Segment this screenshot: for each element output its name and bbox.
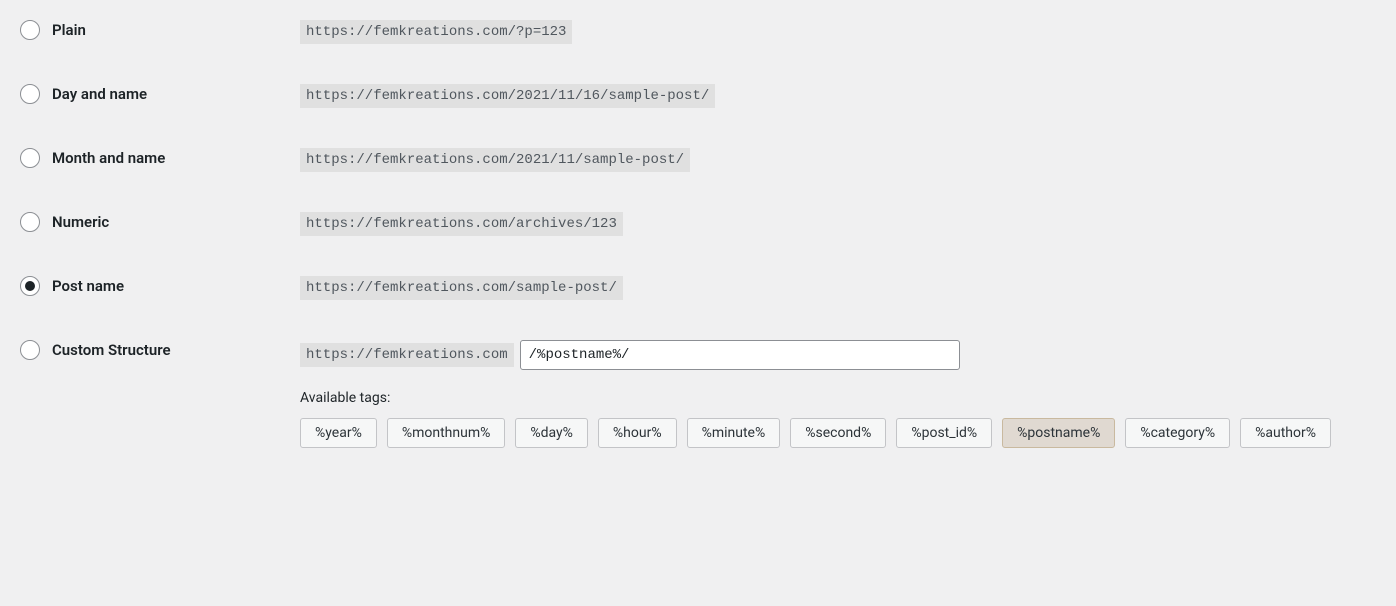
radio-numeric[interactable]	[20, 212, 40, 232]
radio-day-name[interactable]	[20, 84, 40, 104]
available-tags-label: Available tags:	[300, 390, 1376, 406]
tag-button-day[interactable]: %day%	[515, 418, 588, 448]
option-numeric: Numeric https://femkreations.com/archive…	[20, 212, 1376, 236]
permalink-settings: Plain https://femkreations.com/?p=123 Da…	[20, 20, 1376, 448]
option-day-name: Day and name https://femkreations.com/20…	[20, 84, 1376, 108]
radio-group-post-name[interactable]: Post name	[20, 276, 300, 296]
radio-plain[interactable]	[20, 20, 40, 40]
option-custom: Custom Structure https://femkreations.co…	[20, 340, 1376, 448]
radio-group-plain[interactable]: Plain	[20, 20, 300, 40]
radio-label-post-name: Post name	[52, 277, 124, 295]
option-post-name: Post name https://femkreations.com/sampl…	[20, 276, 1376, 300]
example-code-numeric: https://femkreations.com/archives/123	[300, 212, 623, 236]
radio-label-custom: Custom Structure	[52, 341, 171, 359]
tag-button-postname[interactable]: %postname%	[1002, 418, 1115, 448]
example-plain: https://femkreations.com/?p=123	[300, 20, 1376, 44]
radio-group-custom[interactable]: Custom Structure	[20, 340, 300, 360]
custom-input-row: https://femkreations.com	[300, 340, 1376, 370]
tag-button-category[interactable]: %category%	[1125, 418, 1230, 448]
radio-group-month-name[interactable]: Month and name	[20, 148, 300, 168]
radio-post-name[interactable]	[20, 276, 40, 296]
example-numeric: https://femkreations.com/archives/123	[300, 212, 1376, 236]
tags-container: %year% %monthnum% %day% %hour% %minute% %seco…	[300, 418, 1376, 448]
radio-label-plain: Plain	[52, 21, 86, 39]
tag-button-author[interactable]: %author%	[1240, 418, 1331, 448]
radio-custom[interactable]	[20, 340, 40, 360]
radio-group-numeric[interactable]: Numeric	[20, 212, 300, 232]
example-code-month-name: https://femkreations.com/2021/11/sample-…	[300, 148, 690, 172]
tag-button-monthnum[interactable]: %monthnum%	[387, 418, 506, 448]
example-month-name: https://femkreations.com/2021/11/sample-…	[300, 148, 1376, 172]
custom-structure-input[interactable]	[520, 340, 960, 370]
example-code-post-name: https://femkreations.com/sample-post/	[300, 276, 623, 300]
example-post-name: https://femkreations.com/sample-post/	[300, 276, 1376, 300]
tag-button-minute[interactable]: %minute%	[687, 418, 781, 448]
custom-structure-area: https://femkreations.com Available tags:…	[300, 340, 1376, 448]
tag-button-post-id[interactable]: %post_id%	[896, 418, 992, 448]
option-month-name: Month and name https://femkreations.com/…	[20, 148, 1376, 172]
tag-button-year[interactable]: %year%	[300, 418, 377, 448]
radio-label-month-name: Month and name	[52, 149, 165, 167]
radio-month-name[interactable]	[20, 148, 40, 168]
tag-button-second[interactable]: %second%	[790, 418, 886, 448]
tag-button-hour[interactable]: %hour%	[598, 418, 677, 448]
example-code-day-name: https://femkreations.com/2021/11/16/samp…	[300, 84, 715, 108]
custom-base-url: https://femkreations.com	[300, 343, 514, 367]
radio-label-day-name: Day and name	[52, 85, 147, 103]
example-code-plain: https://femkreations.com/?p=123	[300, 20, 572, 44]
radio-group-day-name[interactable]: Day and name	[20, 84, 300, 104]
radio-label-numeric: Numeric	[52, 213, 109, 231]
option-plain: Plain https://femkreations.com/?p=123	[20, 20, 1376, 44]
example-day-name: https://femkreations.com/2021/11/16/samp…	[300, 84, 1376, 108]
